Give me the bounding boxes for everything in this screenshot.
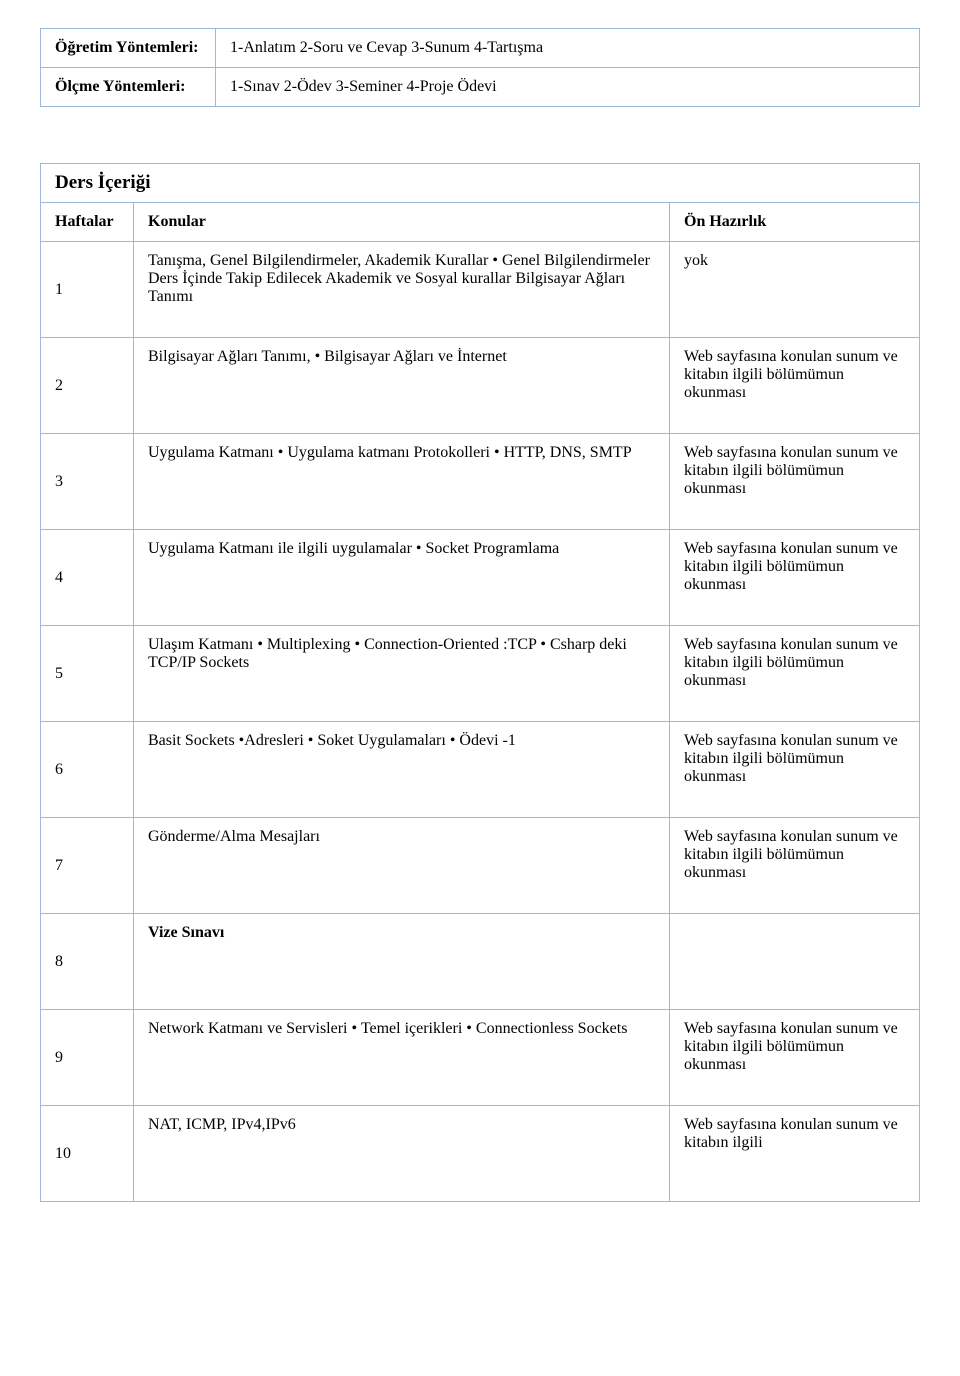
schedule-row: 10NAT, ICMP, IPv4,IPv6Web sayfasına konu… — [41, 1105, 919, 1201]
teaching-methods-value: 1-Anlatım 2-Soru ve Cevap 3-Sunum 4-Tart… — [216, 29, 919, 68]
week-topic: NAT, ICMP, IPv4,IPv6 — [133, 1106, 669, 1201]
schedule-row: 6Basit Sockets •Adresleri • Soket Uygula… — [41, 721, 919, 817]
schedule-row: 7Gönderme/Alma MesajlarıWeb sayfasına ko… — [41, 817, 919, 913]
schedule-body: 1Tanışma, Genel Bilgilendirmeler, Akadem… — [41, 241, 919, 1201]
week-prep: Web sayfasına konulan sunum ve kitabın i… — [669, 626, 919, 721]
week-number: 10 — [41, 1106, 133, 1201]
week-number: 5 — [41, 626, 133, 721]
week-prep: Web sayfasına konulan sunum ve kitabın i… — [669, 1010, 919, 1105]
page: Öğretim Yöntemleri: 1-Anlatım 2-Soru ve … — [0, 0, 960, 1376]
methods-table: Öğretim Yöntemleri: 1-Anlatım 2-Soru ve … — [40, 28, 920, 107]
header-weeks: Haftalar — [41, 203, 133, 241]
week-number: 7 — [41, 818, 133, 913]
week-prep: Web sayfasına konulan sunum ve kitabın i… — [669, 722, 919, 817]
week-number: 8 — [41, 914, 133, 1009]
schedule-header-row: Haftalar Konular Ön Hazırlık — [41, 202, 919, 241]
week-prep — [669, 914, 919, 1009]
week-topic: Uygulama Katmanı • Uygulama katmanı Prot… — [133, 434, 669, 529]
week-number: 3 — [41, 434, 133, 529]
course-content-title: Ders İçeriği — [41, 164, 919, 202]
week-number: 2 — [41, 338, 133, 433]
week-number: 1 — [41, 242, 133, 337]
week-topic: Vize Sınavı — [133, 914, 669, 1009]
week-prep: yok — [669, 242, 919, 337]
week-prep: Web sayfasına konulan sunum ve kitabın i… — [669, 818, 919, 913]
week-topic: Uygulama Katmanı ile ilgili uygulamalar … — [133, 530, 669, 625]
course-content-table: Ders İçeriği Haftalar Konular Ön Hazırlı… — [40, 163, 920, 1202]
assessment-methods-label: Ölçme Yöntemleri: — [41, 68, 216, 106]
assessment-methods-value: 1-Sınav 2-Ödev 3-Seminer 4-Proje Ödevi — [216, 68, 919, 106]
week-prep: Web sayfasına konulan sunum ve kitabın i… — [669, 338, 919, 433]
schedule-row: 9Network Katmanı ve Servisleri • Temel i… — [41, 1009, 919, 1105]
schedule-row: 8Vize Sınavı — [41, 913, 919, 1009]
week-number: 4 — [41, 530, 133, 625]
week-prep: Web sayfasına konulan sunum ve kitabın i… — [669, 530, 919, 625]
week-number: 6 — [41, 722, 133, 817]
week-topic: Basit Sockets •Adresleri • Soket Uygulam… — [133, 722, 669, 817]
schedule-row: 3Uygulama Katmanı • Uygulama katmanı Pro… — [41, 433, 919, 529]
header-topics: Konular — [133, 203, 669, 241]
week-topic: Tanışma, Genel Bilgilendirmeler, Akademi… — [133, 242, 669, 337]
week-topic: Network Katmanı ve Servisleri • Temel iç… — [133, 1010, 669, 1105]
week-number: 9 — [41, 1010, 133, 1105]
week-topic: Gönderme/Alma Mesajları — [133, 818, 669, 913]
schedule-row: 5Ulaşım Katmanı • Multiplexing • Connect… — [41, 625, 919, 721]
schedule-row: 2Bilgisayar Ağları Tanımı, • Bilgisayar … — [41, 337, 919, 433]
schedule-row: 1Tanışma, Genel Bilgilendirmeler, Akadem… — [41, 241, 919, 337]
header-prep: Ön Hazırlık — [669, 203, 919, 241]
week-prep: Web sayfasına konulan sunum ve kitabın i… — [669, 434, 919, 529]
week-topic: Bilgisayar Ağları Tanımı, • Bilgisayar A… — [133, 338, 669, 433]
teaching-methods-label: Öğretim Yöntemleri: — [41, 29, 216, 68]
schedule-row: 4Uygulama Katmanı ile ilgili uygulamalar… — [41, 529, 919, 625]
week-topic: Ulaşım Katmanı • Multiplexing • Connecti… — [133, 626, 669, 721]
week-prep: Web sayfasına konulan sunum ve kitabın i… — [669, 1106, 919, 1201]
